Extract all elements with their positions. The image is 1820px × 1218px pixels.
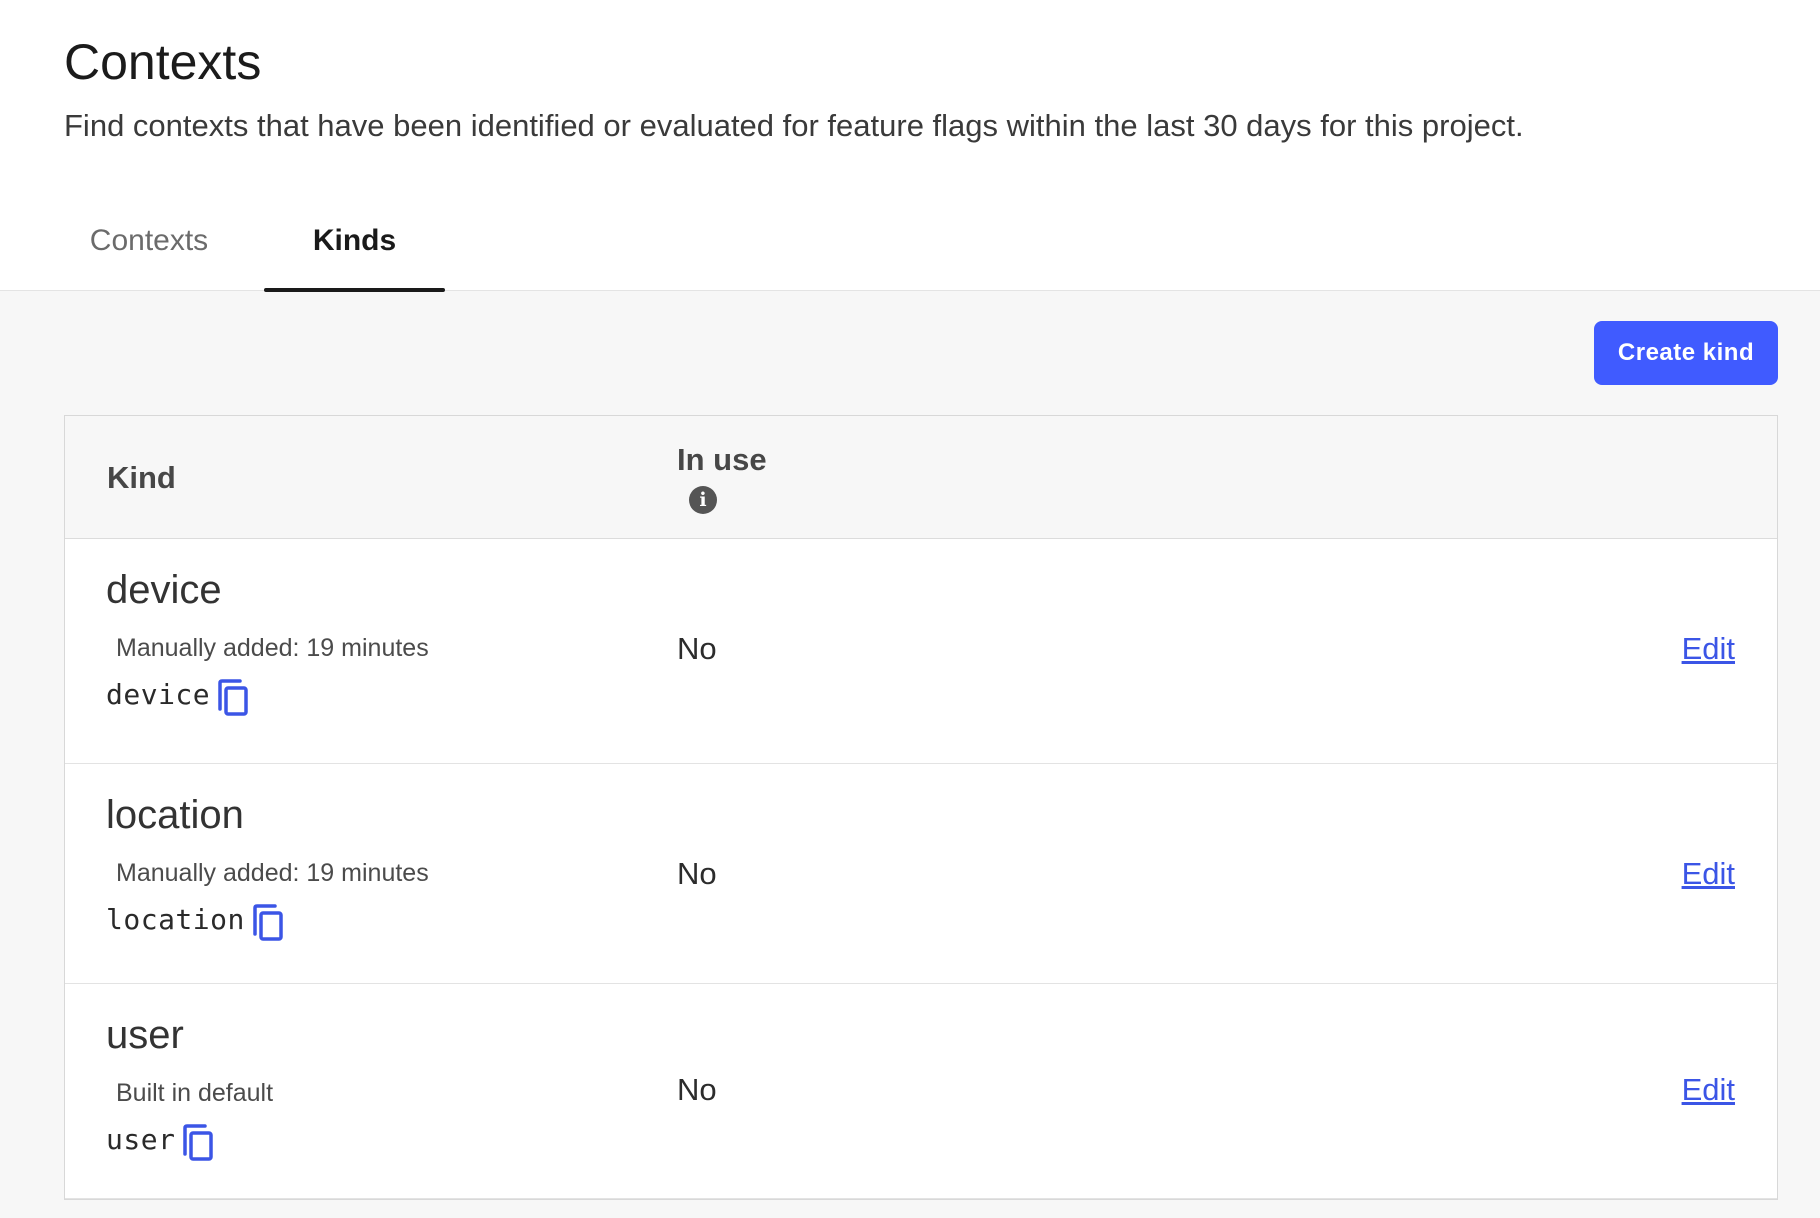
info-icon[interactable]: i xyxy=(689,486,717,514)
column-header-kind: Kind xyxy=(107,460,176,495)
in-use-value: No xyxy=(677,856,717,891)
kind-key: device xyxy=(106,677,211,711)
kind-key-group: device xyxy=(106,675,250,716)
in-use-value: No xyxy=(677,631,717,666)
kind-meta: Manually added: 19 minutes xyxy=(116,859,429,887)
kind-key-group: user xyxy=(106,1120,215,1161)
copy-icon[interactable] xyxy=(181,1124,215,1162)
kinds-table: Kind In use i device Manually added: 19 … xyxy=(64,415,1778,1200)
edit-link[interactable]: Edit xyxy=(1682,1072,1735,1108)
copy-icon[interactable] xyxy=(251,904,285,942)
kind-name: location xyxy=(106,793,244,837)
kind-meta: Manually added: 19 minutes xyxy=(116,634,429,662)
copy-icon[interactable] xyxy=(216,679,250,717)
column-header-in-use: In use xyxy=(677,442,767,477)
table-header: Kind In use i xyxy=(65,416,1777,539)
edit-link[interactable]: Edit xyxy=(1682,856,1735,892)
kind-key: user xyxy=(106,1122,176,1156)
in-use-value: No xyxy=(677,1072,717,1107)
kind-name: user xyxy=(106,1013,184,1057)
tab-bar: Contexts Kinds xyxy=(0,190,1820,292)
toolbar: Create kind xyxy=(0,291,1820,415)
page-title: Contexts xyxy=(64,34,262,90)
create-kind-button[interactable]: Create kind xyxy=(1594,321,1778,385)
edit-link[interactable]: Edit xyxy=(1682,631,1735,667)
tab-contexts[interactable]: Contexts xyxy=(64,190,234,291)
page-header: Contexts Find contexts that have been id… xyxy=(0,0,1820,190)
tab-kinds[interactable]: Kinds xyxy=(264,190,445,292)
kind-meta: Built in default xyxy=(116,1079,274,1107)
table-row: location Manually added: 19 minutes loca… xyxy=(65,764,1777,984)
kind-name: device xyxy=(106,568,222,612)
kind-key: location xyxy=(106,902,245,936)
table-row: device Manually added: 19 minutes device… xyxy=(65,539,1777,764)
table-row: user Built in default user No Edit xyxy=(65,984,1777,1199)
page-description: Find contexts that have been identified … xyxy=(64,108,1524,143)
kind-key-group: location xyxy=(106,900,285,941)
